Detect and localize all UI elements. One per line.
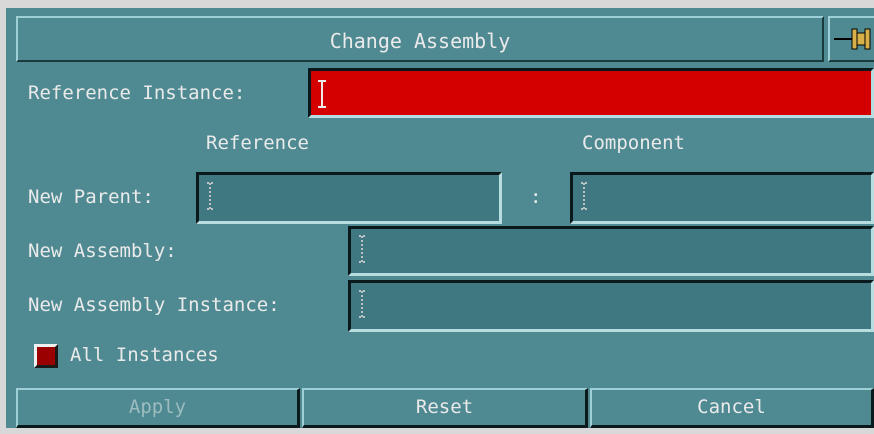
window-border-left (0, 0, 6, 434)
reference-instance-label: Reference Instance: (28, 82, 246, 104)
apply-button[interactable]: Apply (16, 388, 300, 428)
new-assembly-instance-field[interactable] (348, 280, 874, 332)
new-parent-label: New Parent: (28, 186, 154, 208)
new-parent-component-field[interactable] (570, 172, 874, 224)
cancel-button[interactable]: Cancel (590, 388, 874, 428)
new-assembly-instance-label: New Assembly Instance: (28, 294, 280, 316)
pushpin-icon (834, 28, 871, 50)
pin-button[interactable] (828, 16, 874, 62)
reference-column-header: Reference (206, 132, 309, 154)
all-instances-checkbox[interactable] (34, 344, 58, 368)
change-assembly-dialog: Change Assembly Reference Instance: Refe… (0, 0, 874, 434)
i-beam-icon (207, 182, 213, 210)
new-assembly-label: New Assembly: (28, 240, 177, 262)
i-beam-icon (359, 290, 365, 318)
all-instances-label: All Instances (70, 344, 219, 366)
i-beam-icon (318, 80, 326, 108)
parent-separator: : (530, 186, 542, 208)
window-border-top (0, 0, 874, 8)
reference-instance-field[interactable] (308, 68, 874, 118)
reset-button[interactable]: Reset (302, 388, 588, 428)
dialog-title: Change Assembly (16, 16, 824, 62)
component-column-header: Component (582, 132, 685, 154)
new-assembly-field[interactable] (348, 226, 874, 276)
i-beam-icon (359, 235, 365, 263)
window-border-bottom (0, 428, 874, 434)
i-beam-icon (581, 182, 587, 210)
new-parent-reference-field[interactable] (196, 172, 502, 224)
